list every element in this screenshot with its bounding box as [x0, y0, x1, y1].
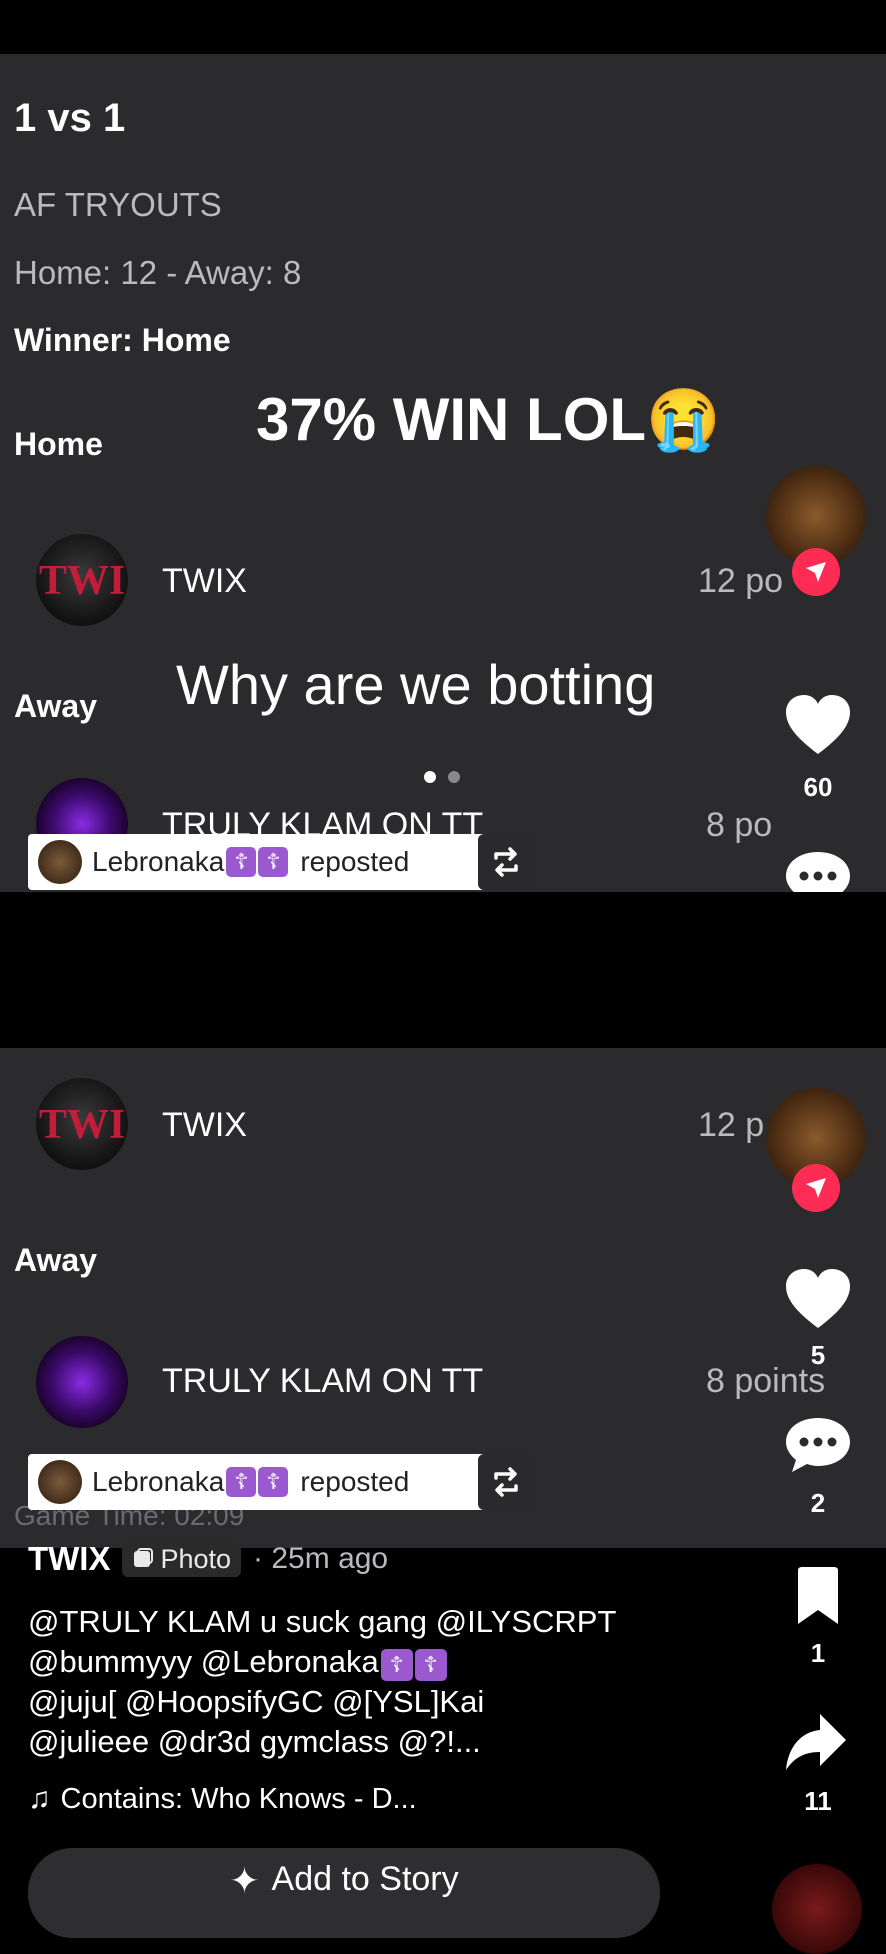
repost-pill[interactable]: Lebronaka ☦ ☦ reposted [28, 834, 488, 890]
league-name: AF TRYOUTS [14, 186, 222, 223]
post-1-panel[interactable]: 1 vs 1 AF TRYOUTS Home: 12 - Away: 8 Win… [0, 54, 886, 892]
overlay-text-mid: Why are we botting [176, 653, 656, 716]
comment-count: 2 [810, 1488, 826, 1518]
follow-plus-icon[interactable] [792, 1164, 840, 1212]
match-heading: 1 vs 1 [14, 96, 126, 140]
music-disc-avatar[interactable] [772, 1864, 862, 1954]
repost-avatar [38, 840, 82, 884]
caption-line-4: @julieee @dr3d gymclass @?!... [28, 1724, 481, 1759]
home-label: Home [14, 426, 103, 462]
repost-pill[interactable]: Lebronaka ☦ ☦ reposted [28, 1454, 488, 1510]
caption-line-2: @bummyyy @Lebronaka ☦ ☦ [28, 1644, 447, 1681]
photo-badge-label: Photo [160, 1543, 232, 1574]
avatar-twix[interactable]: TWI [36, 534, 128, 626]
photo-icon [134, 1548, 154, 1567]
bookmark-icon[interactable] [792, 1566, 844, 1631]
player1-points: 12 p [698, 1106, 765, 1144]
avatar-twix[interactable]: TWI [36, 1078, 128, 1170]
comment-icon[interactable] [784, 848, 852, 892]
repost-icon[interactable] [478, 834, 534, 890]
repost-text: reposted [300, 1466, 410, 1497]
add-to-story-button[interactable]: ✦ Add to Story [28, 1848, 660, 1938]
svg-text:TWI: TWI [39, 1102, 125, 1148]
cross-emoji: ☦ [226, 847, 257, 877]
carousel-dots [424, 770, 461, 788]
caption-line-3: @juju[ @HoopsifyGC @[YSL]Kai [28, 1684, 485, 1719]
like-count: 5 [810, 1340, 826, 1370]
repost-avatar [38, 1460, 82, 1504]
cross-emoji: ☦ [380, 1649, 413, 1681]
player2-points: 8 po [706, 806, 773, 844]
away-label: Away [14, 688, 98, 724]
like-count: 60 [803, 772, 833, 802]
author-name[interactable]: TWIX [28, 1540, 110, 1578]
cross-emoji: ☦ [258, 1467, 289, 1497]
comment-icon[interactable] [784, 1414, 852, 1481]
player1-name: TWIX [162, 1106, 247, 1144]
sound-row[interactable]: ♫ Contains: Who Knows - D... [28, 1782, 417, 1816]
share-count: 11 [804, 1786, 832, 1816]
sound-name: Contains: Who Knows - D... [60, 1782, 417, 1815]
follow-plus-icon[interactable] [792, 548, 840, 596]
player1-points: 12 po [698, 562, 784, 600]
music-note-icon: ♫ [28, 1782, 51, 1815]
repost-icon[interactable] [478, 1454, 534, 1510]
svg-text:TWI: TWI [39, 558, 125, 604]
heart-icon[interactable] [784, 694, 852, 761]
cross-emoji: ☦ [226, 1467, 257, 1497]
cross-emoji: ☦ [414, 1649, 447, 1681]
caption-line-1: @TRULY KLAM u suck gang @ILYSCRPT [28, 1604, 617, 1639]
avatar-klam[interactable] [36, 1336, 128, 1428]
photo-badge: Photo [122, 1541, 242, 1577]
save-count: 1 [810, 1638, 826, 1668]
sparkle-icon: ✦ [229, 1860, 260, 1901]
share-icon[interactable] [784, 1712, 848, 1777]
repost-text: reposted [300, 846, 410, 877]
player1-name: TWIX [162, 562, 247, 600]
caption-header: TWIX Photo · 25m ago [28, 1540, 388, 1578]
overlay-text-top: 37% WIN LOL😭 [256, 386, 721, 453]
cross-emoji: ☦ [258, 847, 289, 877]
score-line: Home: 12 - Away: 8 [14, 254, 302, 291]
winner-line: Winner: Home [14, 322, 231, 358]
post-2-panel[interactable]: TWI TWIX 12 p Away TRULY KLAM ON TT 8 po… [0, 1048, 886, 1548]
caption-line-2-text: @bummyyy @Lebronaka [28, 1644, 379, 1679]
heart-icon[interactable] [784, 1268, 852, 1335]
post-time: · 25m ago [253, 1542, 389, 1575]
add-to-story-label: Add to Story [271, 1860, 459, 1898]
away-label: Away [14, 1242, 98, 1278]
player2-name: TRULY KLAM ON TT [162, 1362, 484, 1400]
repost-user: Lebronaka [92, 846, 225, 877]
repost-user: Lebronaka [92, 1466, 225, 1497]
